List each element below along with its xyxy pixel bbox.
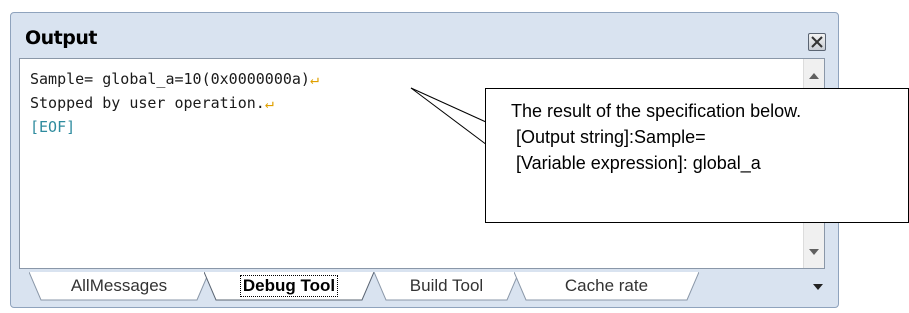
tab-label: Debug Tool (239, 275, 339, 297)
tab-label: Cache rate (564, 276, 649, 295)
callout-text-line: [Output string]:Sample= (516, 127, 706, 147)
callout-text-line: The result of the specification below. (511, 101, 802, 121)
tab-label: AllMessages (70, 276, 168, 295)
annotation-callout: The result of the specification below. [… (485, 88, 909, 223)
callout-text-line: [Variable expression]: global_a (516, 153, 761, 173)
tab-label: Build Tool (409, 276, 484, 295)
